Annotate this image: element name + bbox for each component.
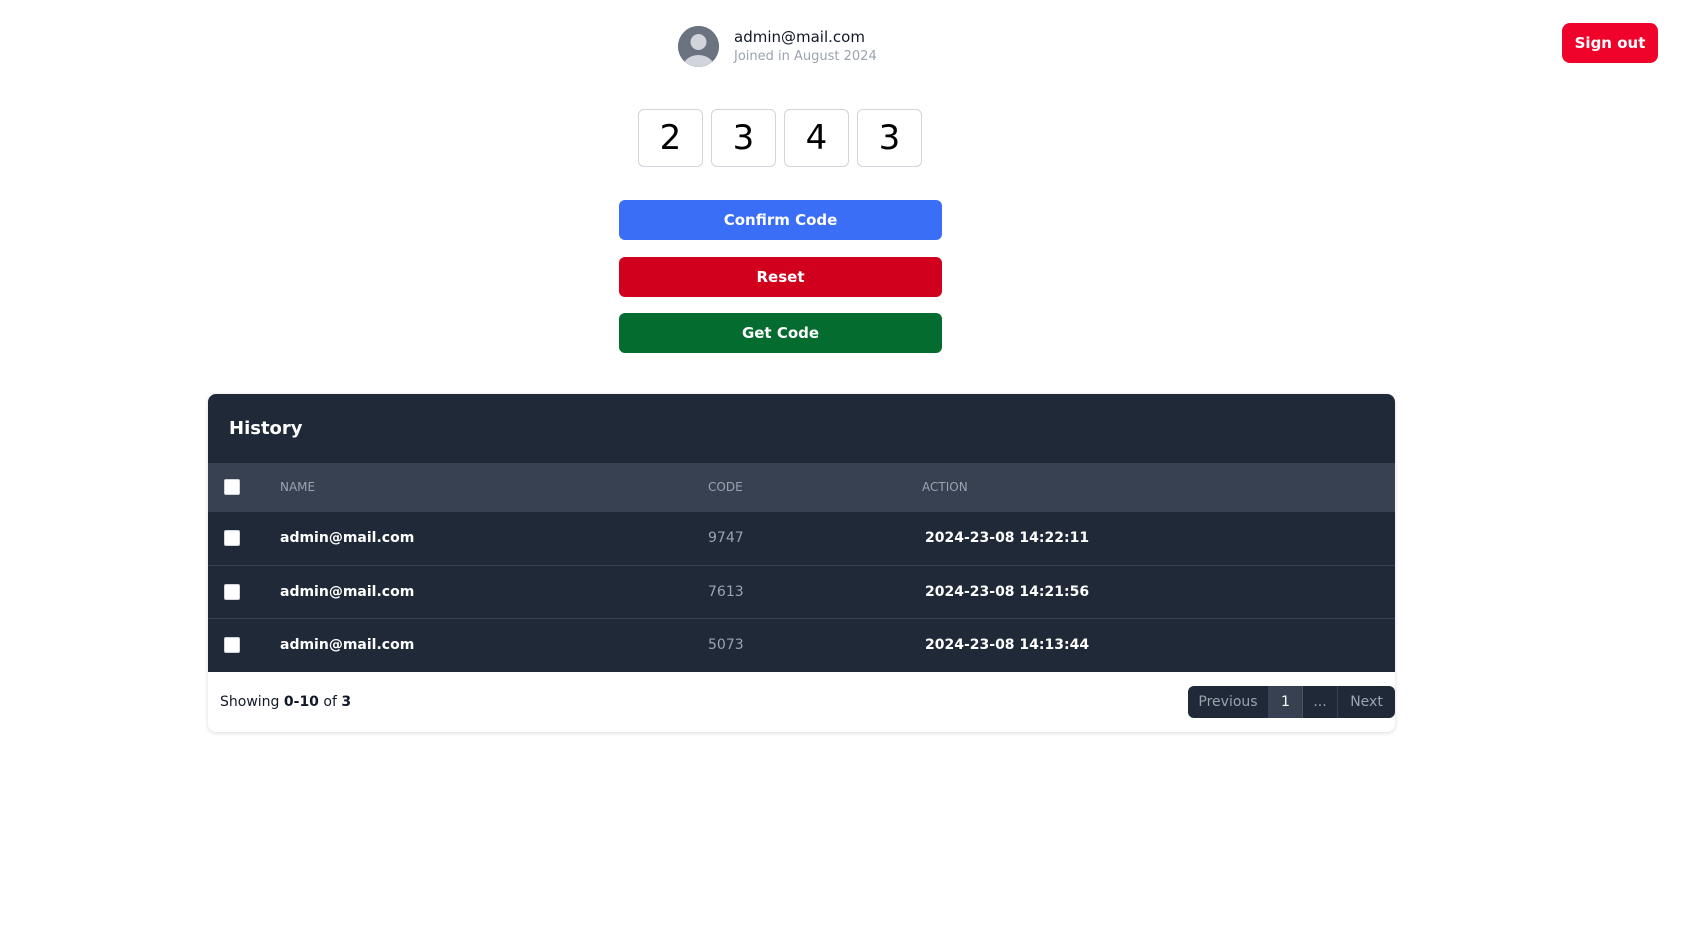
row-action: 2024-23-08 14:21:56 (925, 583, 1090, 600)
row-code: 5073 (708, 637, 744, 654)
row-checkbox[interactable] (224, 530, 240, 547)
showing-total: 3 (341, 694, 352, 710)
row-name: admin@mail.com (280, 583, 415, 600)
showing-range: 0-10 (283, 694, 319, 710)
row-action: 2024-23-08 14:22:11 (925, 530, 1090, 547)
row-code: 7613 (708, 583, 744, 600)
row-checkbox[interactable] (224, 583, 240, 600)
table-row: admin@mail.com 7613 2024-23-08 14:21:56 (208, 564, 1395, 618)
row-checkbox[interactable] (224, 637, 240, 654)
table-header-row: NAME CODE ACTION (208, 463, 1395, 511)
row-code: 9747 (708, 530, 744, 547)
row-action: 2024-23-08 14:13:44 (925, 637, 1090, 654)
page-ellipsis[interactable]: ... (1303, 686, 1338, 718)
row-name: admin@mail.com (280, 530, 415, 547)
sign-out-button[interactable]: Sign out (1562, 23, 1658, 63)
code-input-group: 2 3 4 3 (638, 109, 922, 167)
table-row: admin@mail.com 9747 2024-23-08 14:22:11 (208, 511, 1395, 565)
confirm-code-button[interactable]: Confirm Code (619, 200, 942, 240)
select-all-checkbox[interactable] (224, 479, 240, 495)
code-digit-1[interactable]: 2 (638, 109, 703, 167)
column-header-code: CODE (708, 480, 743, 494)
get-code-button[interactable]: Get Code (619, 313, 942, 353)
table-footer: Showing 0-10 of 3 Previous 1 ... Next (208, 672, 1395, 732)
pagination: Previous 1 ... Next (1188, 686, 1395, 718)
history-card: History NAME CODE ACTION admin@mail.com … (208, 394, 1395, 732)
table-row: admin@mail.com 5073 2024-23-08 14:13:44 (208, 618, 1395, 672)
code-digit-2[interactable]: 3 (711, 109, 776, 167)
code-digit-4[interactable]: 3 (857, 109, 922, 167)
showing-summary: Showing 0-10 of 3 (220, 694, 352, 710)
user-avatar-icon (678, 26, 719, 67)
page-1-button[interactable]: 1 (1269, 686, 1303, 718)
previous-page-button[interactable]: Previous (1188, 686, 1269, 718)
code-digit-3[interactable]: 4 (784, 109, 849, 167)
profile-email: admin@mail.com (734, 27, 865, 46)
next-page-button[interactable]: Next (1338, 686, 1395, 718)
row-name: admin@mail.com (280, 637, 415, 654)
history-header: History (208, 394, 1395, 463)
user-profile: admin@mail.com Joined in August 2024 (678, 26, 877, 67)
column-header-name: NAME (280, 480, 316, 494)
profile-joined-date: Joined in August 2024 (734, 48, 877, 64)
reset-button[interactable]: Reset (619, 257, 942, 297)
history-title: History (229, 418, 303, 439)
profile-text: admin@mail.com Joined in August 2024 (734, 27, 877, 67)
column-header-action: ACTION (922, 480, 968, 494)
